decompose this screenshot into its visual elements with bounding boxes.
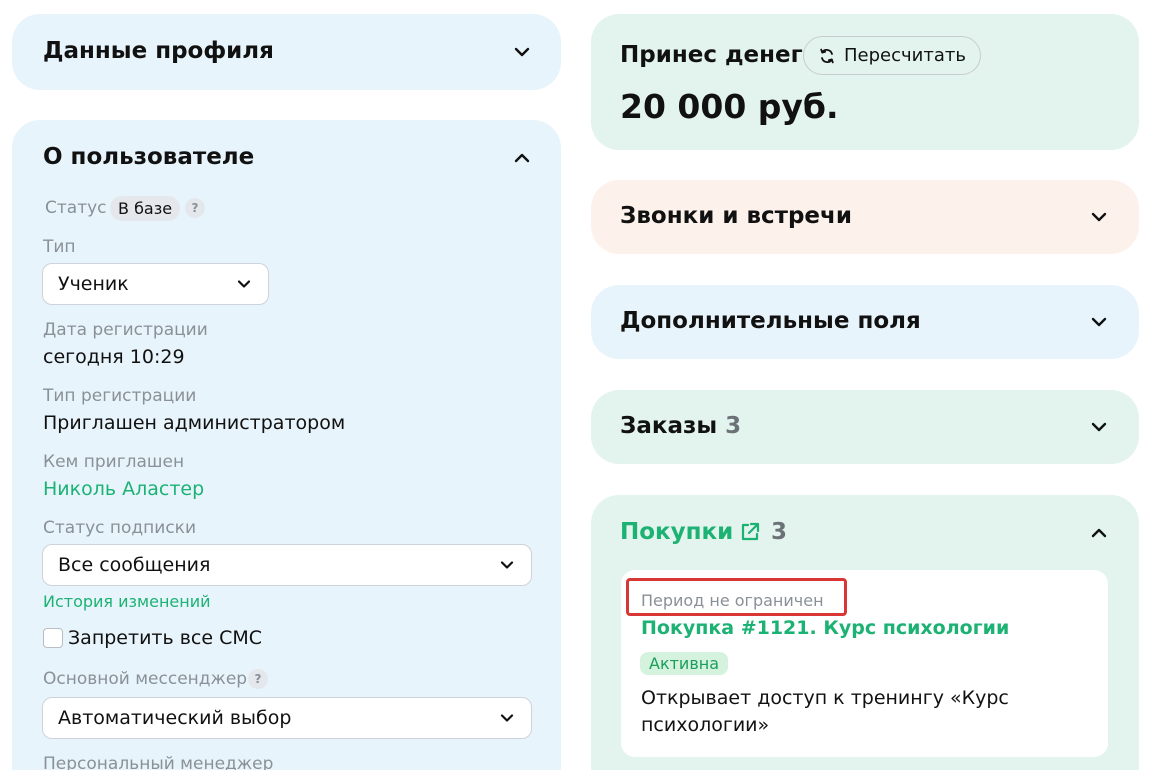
chevron-down-icon[interactable]: [1090, 208, 1108, 226]
purchase-name-link[interactable]: Покупка #1121. Курс психологии: [641, 617, 1009, 639]
profile-data-card[interactable]: Данные профиля: [12, 14, 561, 90]
help-icon[interactable]: ?: [185, 198, 205, 218]
chevron-down-icon[interactable]: [513, 43, 531, 61]
orders-count: 3: [725, 413, 742, 439]
money-title: Принес денег: [620, 42, 803, 68]
external-link-icon[interactable]: [738, 520, 762, 544]
invited-by-label: Кем приглашен: [43, 452, 185, 472]
purchases-count: 3: [771, 519, 788, 545]
chevron-up-icon[interactable]: [1090, 524, 1108, 542]
extra-fields-title: Дополнительные поля: [620, 308, 921, 334]
chevron-up-icon[interactable]: [513, 149, 531, 167]
about-user-title: О пользователе: [43, 144, 255, 170]
chevron-down-icon[interactable]: [1090, 418, 1108, 436]
purchase-description-line2: психологии»: [641, 714, 770, 736]
calls-card[interactable]: Звонки и встречи: [591, 180, 1139, 254]
chevron-down-icon: [499, 557, 515, 573]
history-link[interactable]: История изменений: [43, 592, 211, 611]
reg-type-value: Приглашен администратором: [43, 412, 346, 434]
type-select-value: Ученик: [58, 273, 129, 295]
messenger-label: Основной мессенджер: [43, 669, 248, 689]
invited-by-link[interactable]: Николь Аластер: [43, 478, 204, 500]
reg-date-value: сегодня 10:29: [43, 346, 185, 368]
status-badge: Активна: [640, 652, 729, 675]
type-select[interactable]: Ученик: [42, 263, 269, 305]
money-amount: 20 000 руб.: [620, 87, 839, 126]
calls-title: Звонки и встречи: [620, 203, 852, 229]
manager-label: Персональный менеджер: [43, 754, 274, 770]
reg-type-label: Тип регистрации: [43, 386, 197, 406]
subscription-select-value: Все сообщения: [58, 554, 211, 576]
chevron-down-icon[interactable]: [1090, 313, 1108, 331]
refresh-icon: [818, 47, 836, 65]
status-badge: В базе: [110, 196, 181, 221]
extra-fields-card[interactable]: Дополнительные поля: [591, 285, 1139, 359]
purchase-description-line1: Открывает доступ к тренингу «Курс: [641, 687, 1009, 709]
chevron-down-icon: [236, 276, 252, 292]
status-label: Статус: [45, 198, 107, 218]
money-card: Принес денег Пересчитать 20 000 руб.: [591, 14, 1139, 150]
type-label: Тип: [43, 237, 76, 257]
purchase-item: Период не ограничен Покупка #1121. Курс …: [621, 570, 1108, 757]
reg-date-label: Дата регистрации: [43, 320, 208, 340]
recalculate-button[interactable]: Пересчитать: [803, 36, 981, 75]
orders-title: Заказы: [620, 413, 718, 439]
block-sms-checkbox[interactable]: [43, 628, 63, 648]
orders-header: Заказы 3: [620, 413, 741, 439]
block-sms-label[interactable]: Запретить все СМС: [68, 627, 262, 649]
subscription-select[interactable]: Все сообщения: [42, 544, 532, 586]
messenger-select[interactable]: Автоматический выбор: [42, 697, 532, 739]
orders-card[interactable]: Заказы 3: [591, 390, 1139, 464]
chevron-down-icon: [499, 710, 515, 726]
purchases-title[interactable]: Покупки: [620, 519, 733, 545]
recalculate-label: Пересчитать: [844, 45, 966, 66]
subscription-label: Статус подписки: [43, 518, 196, 538]
purchase-period: Период не ограничен: [641, 591, 824, 610]
profile-data-title: Данные профиля: [43, 38, 274, 64]
help-icon[interactable]: ?: [248, 669, 268, 689]
messenger-select-value: Автоматический выбор: [58, 707, 292, 729]
